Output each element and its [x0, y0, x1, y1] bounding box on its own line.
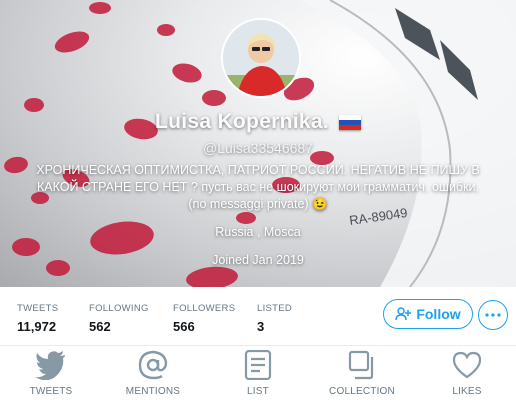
tab-label: LIKES [452, 386, 482, 397]
russia-flag-icon [339, 114, 361, 130]
profile-avatar[interactable] [221, 18, 301, 98]
collection-icon [348, 350, 374, 380]
stat-label: FOLLOWERS [173, 303, 236, 314]
profile-location: Russia , Mosca [215, 225, 301, 239]
tab-label: MENTIONS [125, 386, 181, 397]
heart-icon [452, 351, 482, 379]
profile-handle[interactable]: @Luisa33546687 [0, 140, 516, 156]
tab-list[interactable]: LIST [213, 350, 303, 397]
follow-button-label: Follow [416, 306, 461, 322]
more-options-button[interactable] [478, 300, 508, 330]
stat-tweets[interactable]: TWEETS 11,972 [17, 303, 58, 334]
stat-value: 3 [257, 319, 265, 334]
list-icon [244, 350, 272, 380]
tab-label: COLLECTION [329, 386, 395, 397]
profile-bio: ХРОНИЧЕСКАЯ ОПТИМИСТКА, ПАТРИОТ РОССИИ. … [36, 163, 480, 211]
profile-name: Luisa Kopernika. [155, 110, 361, 134]
stat-value: 566 [173, 319, 195, 334]
profile-name-text: Luisa Kopernika. [154, 110, 329, 133]
tab-likes[interactable]: LIKES [422, 350, 512, 397]
stat-label: LISTED [257, 303, 293, 314]
bird-icon [35, 351, 65, 380]
stat-following[interactable]: FOLLOWING 562 [89, 303, 149, 334]
stat-label: TWEETS [17, 303, 59, 314]
profile-joined-date: Joined Jan 2019 [212, 253, 304, 267]
follow-button[interactable]: Follow [383, 299, 473, 329]
tab-label: TWEETS [29, 386, 73, 397]
tab-label: LIST [247, 386, 269, 397]
tab-collection[interactable]: COLLECTION [317, 350, 407, 397]
profile-tab-bar: TWEETS MENTIONS LIST COLLECTION LIKES [0, 346, 516, 415]
stat-value: 562 [89, 319, 111, 334]
tab-mentions[interactable]: MENTIONS [108, 350, 198, 397]
add-user-icon [395, 307, 412, 321]
tab-tweets[interactable]: TWEETS [6, 350, 96, 397]
stat-listed[interactable]: LISTED 3 [257, 303, 292, 334]
profile-info: Luisa Kopernika. @Luisa33546687 ХРОНИЧЕС… [0, 110, 516, 267]
stat-followers[interactable]: FOLLOWERS 566 [173, 303, 235, 334]
more-dots-icon [485, 313, 501, 317]
at-icon [138, 350, 168, 380]
stat-label: FOLLOWING [89, 303, 149, 314]
stat-value: 11,972 [17, 319, 57, 334]
